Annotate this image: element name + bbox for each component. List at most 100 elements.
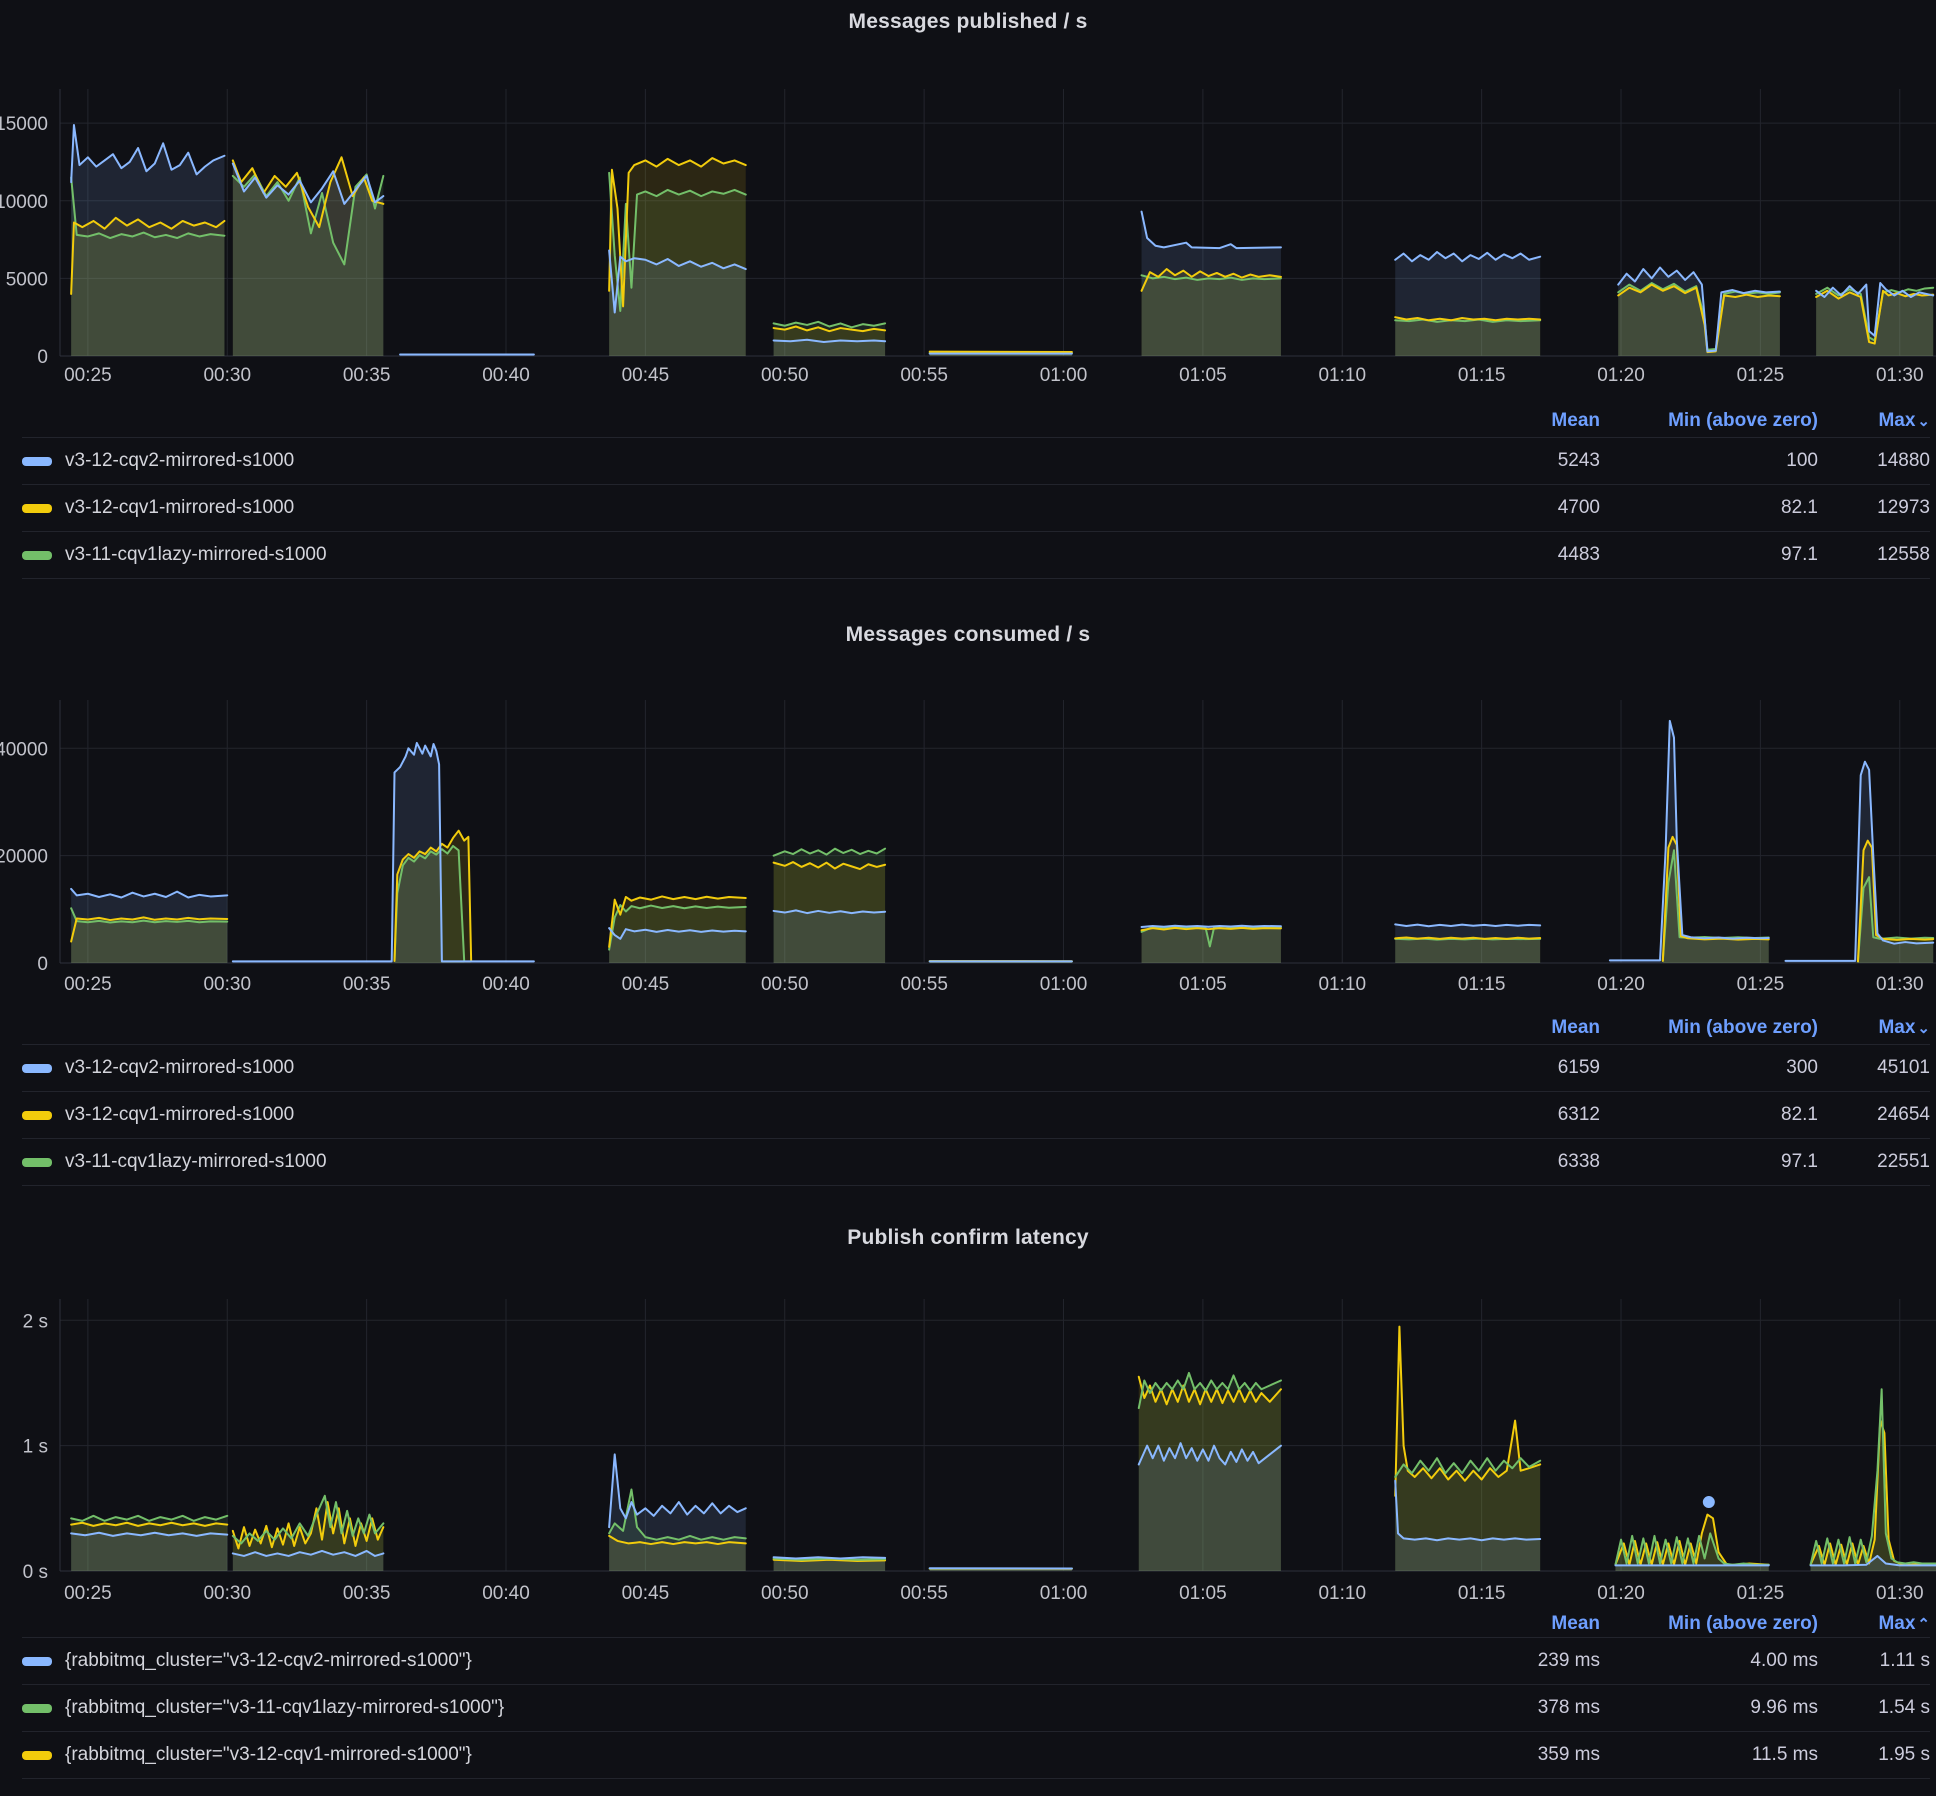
x-axis-tick-label: 01:10 xyxy=(1318,974,1366,995)
series-name-text: {rabbitmq_cluster="v3-12-cqv1-mirrored-s… xyxy=(65,1744,472,1766)
series-name-text: v3-11-cqv1lazy-mirrored-s1000 xyxy=(65,1151,327,1173)
timeseries-chart[interactable]: 0200004000000:2500:3000:3500:4000:4500:5… xyxy=(0,658,1936,1004)
x-axis-tick-label: 00:35 xyxy=(343,365,391,386)
series-color-swatch[interactable] xyxy=(22,1751,52,1760)
series-name-text: {rabbitmq_cluster="v3-12-cqv2-mirrored-s… xyxy=(65,1650,472,1672)
series-color-swatch[interactable] xyxy=(22,457,52,466)
x-axis-tick-label: 01:30 xyxy=(1876,365,1924,386)
x-axis-tick-label: 00:30 xyxy=(203,1583,251,1604)
series-color-swatch[interactable] xyxy=(22,1158,52,1167)
x-axis-tick-label: 01:30 xyxy=(1876,974,1924,995)
y-axis-tick-label: 5000 xyxy=(6,269,48,290)
series-label[interactable]: {rabbitmq_cluster="v3-12-cqv2-mirrored-s… xyxy=(22,1650,1440,1672)
legend-row: {rabbitmq_cluster="v3-11-cqv1lazy-mirror… xyxy=(22,1684,1930,1731)
series-label[interactable]: v3-12-cqv1-mirrored-s1000 xyxy=(22,1104,1440,1126)
series-line-blue xyxy=(1610,721,1769,960)
legend-sort-max[interactable]: Max⌄ xyxy=(1818,1017,1930,1039)
series-area-blue xyxy=(1142,212,1281,356)
x-axis-tick-label: 00:25 xyxy=(64,365,112,386)
series-line-blue xyxy=(1142,926,1281,927)
x-axis-tick-label: 01:15 xyxy=(1458,974,1506,995)
x-axis-tick-label: 01:00 xyxy=(1040,365,1088,386)
series-label[interactable]: v3-11-cqv1lazy-mirrored-s1000 xyxy=(22,1151,1440,1173)
x-axis-tick-label: 01:20 xyxy=(1597,365,1645,386)
x-axis-tick-label: 00:50 xyxy=(761,365,809,386)
x-axis-tick-label: 01:00 xyxy=(1040,1583,1088,1604)
stat-max: 24654 xyxy=(1818,1104,1930,1126)
x-axis-tick-label: 00:35 xyxy=(343,1583,391,1604)
x-axis-tick-label: 01:25 xyxy=(1737,1583,1785,1604)
stat-max: 1.95 s xyxy=(1818,1744,1930,1766)
legend-sort-mean[interactable]: Mean xyxy=(1440,410,1600,432)
series-color-swatch[interactable] xyxy=(22,1064,52,1073)
timeseries-chart[interactable]: 05000100001500000:2500:3000:3500:4000:45… xyxy=(0,45,1936,393)
series-area-blue xyxy=(609,928,746,963)
x-axis-tick-label: 01:15 xyxy=(1458,365,1506,386)
series-area-blue xyxy=(1395,924,1540,963)
x-axis-tick-label: 01:05 xyxy=(1179,1583,1227,1604)
series-label[interactable]: {rabbitmq_cluster="v3-11-cqv1lazy-mirror… xyxy=(22,1697,1440,1719)
series-color-swatch[interactable] xyxy=(22,551,52,560)
legend-sort-max[interactable]: Max⌄ xyxy=(1818,410,1930,432)
x-axis-tick-label: 01:30 xyxy=(1876,1583,1924,1604)
timeseries-chart[interactable]: 0 s1 s2 s00:2500:3000:3500:4000:4500:500… xyxy=(0,1261,1936,1611)
legend-sort-mean[interactable]: Mean xyxy=(1440,1017,1600,1039)
legend-sort-mean[interactable]: Mean xyxy=(1440,1613,1600,1635)
stat-mean: 5243 xyxy=(1440,450,1600,472)
x-axis-tick-label: 01:10 xyxy=(1318,1583,1366,1604)
legend-sort-max[interactable]: Max⌃ xyxy=(1818,1613,1930,1635)
legend-row: {rabbitmq_cluster="v3-12-cqv2-mirrored-s… xyxy=(22,1637,1930,1684)
series-name-text: v3-12-cqv2-mirrored-s1000 xyxy=(65,1057,294,1079)
x-axis-tick-label: 00:35 xyxy=(343,974,391,995)
x-axis-tick-label: 00:25 xyxy=(64,1583,112,1604)
x-axis-tick-label: 00:40 xyxy=(482,1583,530,1604)
series-label[interactable]: {rabbitmq_cluster="v3-12-cqv1-mirrored-s… xyxy=(22,1744,1440,1766)
stat-min: 4.00 ms xyxy=(1600,1650,1818,1672)
series-line-blue xyxy=(233,743,534,961)
legend-header: MeanMin (above zero)Max⌄ xyxy=(22,405,1930,437)
legend-row: v3-12-cqv1-mirrored-s1000631282.124654 xyxy=(22,1091,1930,1138)
series-name-text: v3-11-cqv1lazy-mirrored-s1000 xyxy=(65,544,327,566)
stat-max: 22551 xyxy=(1818,1151,1930,1173)
series-line-yellow xyxy=(1811,1421,1936,1565)
panel-messages-published: Messages published / s 05000100001500000… xyxy=(0,0,1936,598)
stat-min: 9.96 ms xyxy=(1600,1697,1818,1719)
series-label[interactable]: v3-12-cqv1-mirrored-s1000 xyxy=(22,497,1440,519)
x-axis-tick-label: 00:30 xyxy=(203,365,251,386)
series-label[interactable]: v3-12-cqv2-mirrored-s1000 xyxy=(22,1057,1440,1079)
series-name-text: {rabbitmq_cluster="v3-11-cqv1lazy-mirror… xyxy=(65,1697,504,1719)
series-color-swatch[interactable] xyxy=(22,1704,52,1713)
stat-mean: 239 ms xyxy=(1440,1650,1600,1672)
stat-mean: 4700 xyxy=(1440,497,1600,519)
series-area-blue xyxy=(774,910,886,963)
legend-sort-min-above-zero-[interactable]: Min (above zero) xyxy=(1600,410,1818,432)
legend-row: v3-12-cqv1-mirrored-s1000470082.112973 xyxy=(22,484,1930,531)
y-axis-tick-label: 15000 xyxy=(0,114,48,135)
x-axis-tick-label: 00:45 xyxy=(622,974,670,995)
series-color-swatch[interactable] xyxy=(22,1111,52,1120)
x-axis-tick-label: 01:05 xyxy=(1179,974,1227,995)
stat-min: 97.1 xyxy=(1600,1151,1818,1173)
stat-min: 82.1 xyxy=(1600,1104,1818,1126)
series-label[interactable]: v3-12-cqv2-mirrored-s1000 xyxy=(22,450,1440,472)
x-axis-tick-label: 01:00 xyxy=(1040,974,1088,995)
stat-mean: 6159 xyxy=(1440,1057,1600,1079)
legend-sort-min-above-zero-[interactable]: Min (above zero) xyxy=(1600,1613,1818,1635)
x-axis-tick-label: 01:20 xyxy=(1597,974,1645,995)
legend-header: MeanMin (above zero)Max⌃ xyxy=(22,1611,1930,1637)
y-axis-tick-label: 0 s xyxy=(23,1562,48,1583)
stat-max: 14880 xyxy=(1818,450,1930,472)
legend-row: v3-12-cqv2-mirrored-s1000524310014880 xyxy=(22,437,1930,484)
legend: MeanMin (above zero)Max⌄ v3-12-cqv2-mirro… xyxy=(0,1012,1936,1186)
stat-mean: 4483 xyxy=(1440,544,1600,566)
y-axis-tick-label: 1 s xyxy=(23,1437,48,1458)
series-color-swatch[interactable] xyxy=(22,504,52,513)
x-axis-tick-label: 00:30 xyxy=(203,974,251,995)
legend-sort-min-above-zero-[interactable]: Min (above zero) xyxy=(1600,1017,1818,1039)
series-label[interactable]: v3-11-cqv1lazy-mirrored-s1000 xyxy=(22,544,1440,566)
legend: MeanMin (above zero)Max⌃ {rabbitmq_cluste… xyxy=(0,1611,1936,1779)
series-area-blue xyxy=(1395,252,1540,356)
panel-title: Messages consumed / s xyxy=(0,598,1936,648)
series-name-text: v3-12-cqv1-mirrored-s1000 xyxy=(65,497,294,519)
series-color-swatch[interactable] xyxy=(22,1657,52,1666)
